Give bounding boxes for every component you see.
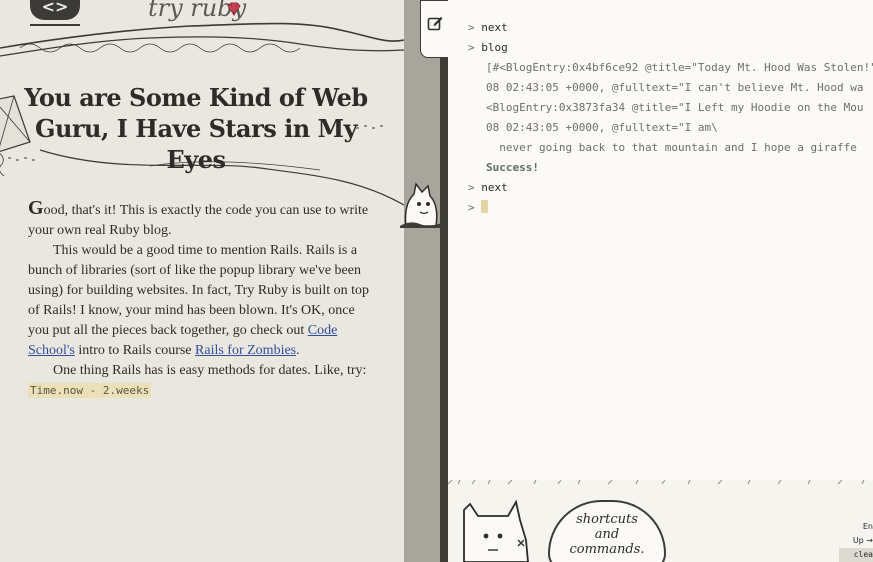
- keyboard-hints: En Up → clea: [839, 520, 873, 562]
- console-input-line[interactable]: >: [468, 198, 489, 218]
- shortcuts-label: shortcuts and commands.: [550, 512, 664, 557]
- shortcuts-line: and: [594, 527, 620, 542]
- ruby-gem-icon: [227, 2, 241, 16]
- hint-clear: clea: [839, 548, 873, 562]
- console-output-line: never going back to that mountain and I …: [486, 141, 857, 154]
- paragraph-1-text: ood, that's it! This is exactly the code…: [28, 203, 369, 238]
- logo-glyph: <>: [41, 0, 69, 16]
- shortcuts-line: commands.: [569, 542, 645, 557]
- hint-up: Up →: [852, 536, 873, 545]
- shortcuts-line: shortcuts: [576, 512, 638, 527]
- ruby-console[interactable]: > next > blog [#<BlogEntry:0x4bf6ce92 @t…: [448, 0, 873, 480]
- rails-for-zombies-link[interactable]: Rails for Zombies: [195, 343, 296, 358]
- lesson-paragraph-2: This would be a good time to mention Rai…: [28, 241, 373, 361]
- lesson-paragraph-1: Good, that's it! This is exactly the cod…: [28, 198, 373, 241]
- console-line: > blog: [468, 38, 508, 58]
- lesson-body: Good, that's it! This is exactly the cod…: [28, 198, 373, 401]
- console-input-text: next: [481, 181, 508, 194]
- panel-divider[interactable]: [404, 0, 448, 562]
- prompt-symbol: >: [468, 181, 475, 194]
- paragraph-3-text: One thing Rails has is easy methods for …: [53, 363, 367, 378]
- text-cursor: [481, 200, 489, 213]
- mascot-icon: [400, 182, 444, 228]
- paragraph-2-end: .: [296, 343, 300, 358]
- console-input-text: blog: [481, 41, 508, 54]
- logo-underline: [30, 24, 80, 26]
- console-line: > next: [468, 178, 508, 198]
- lesson-paragraph-3: One thing Rails has is easy methods for …: [28, 361, 373, 401]
- console-input-text: next: [481, 21, 508, 34]
- console-output-line: <BlogEntry:0x3873fa34 @title="I Left my …: [486, 101, 864, 114]
- lesson-panel: <> try ruby You are Some Kind of Web Gur…: [0, 0, 404, 562]
- prompt-symbol: >: [468, 41, 475, 54]
- mascot-icon: [463, 499, 529, 562]
- paragraph-2-mid: intro to Rails course: [74, 343, 196, 358]
- edit-icon: [427, 17, 442, 31]
- lesson-title: You are Some Kind of Web Guru, I Have St…: [24, 83, 368, 174]
- console-output-line: 08 02:43:05 +0000, @fulltext="I can't be…: [486, 81, 864, 94]
- console-output-line: 08 02:43:05 +0000, @fulltext="I am\: [486, 121, 718, 134]
- prompt-symbol: >: [468, 201, 475, 214]
- shortcuts-strip: shortcuts and commands. En Up → clea: [448, 480, 873, 562]
- console-output-line: [#<BlogEntry:0x4bf6ce92 @title="Today Mt…: [486, 61, 873, 74]
- edit-tab-button[interactable]: [420, 0, 448, 58]
- prompt-symbol: >: [468, 21, 475, 34]
- console-success-line: Success!: [486, 161, 539, 174]
- drop-cap: G: [28, 197, 44, 219]
- hint-enter: En: [862, 522, 873, 531]
- logo-button[interactable]: <>: [30, 0, 80, 20]
- console-line: > next: [468, 18, 508, 38]
- code-snippet[interactable]: Time.now - 2.weeks: [28, 383, 152, 398]
